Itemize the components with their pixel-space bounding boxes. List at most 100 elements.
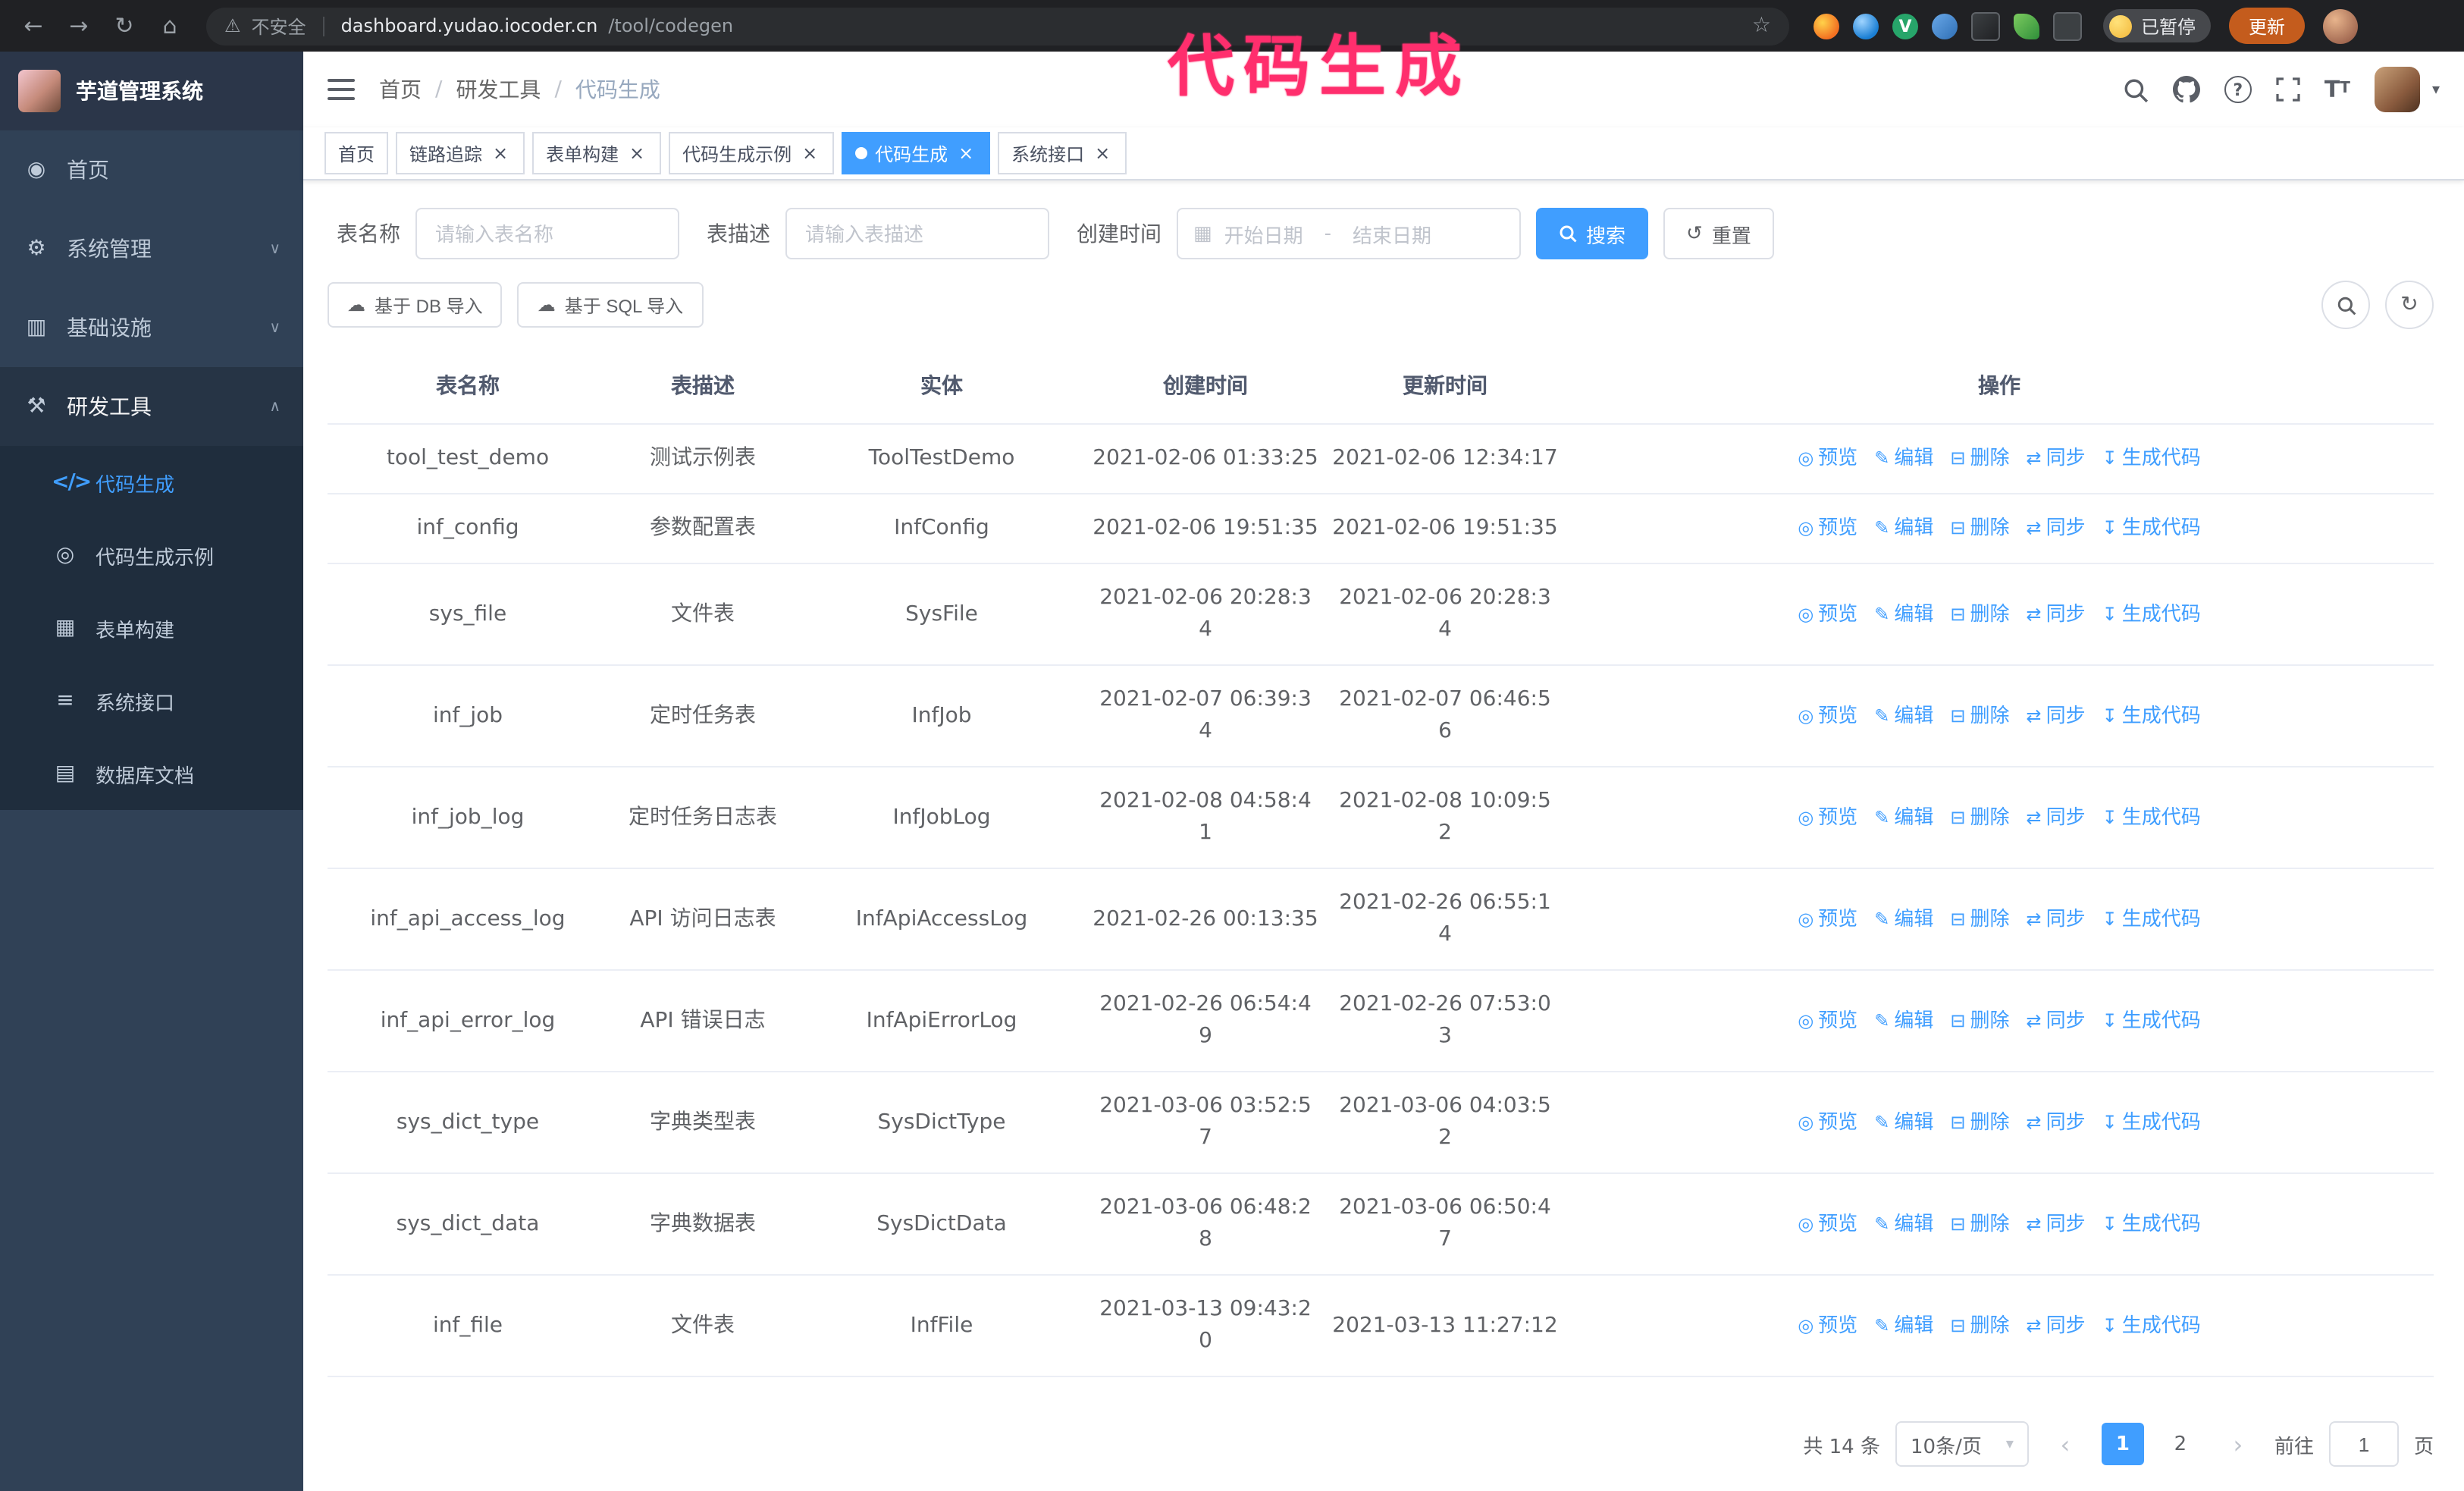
delete-link[interactable]: ⊟ 删除 [1950,1310,2009,1342]
sync-link[interactable]: ⇄ 同步 [2027,513,2086,545]
delete-link[interactable]: ⊟ 删除 [1950,1106,2009,1138]
sync-link[interactable]: ⇄ 同步 [2027,700,2086,732]
import-sql-button[interactable]: ☁ 基于 SQL 导入 [517,282,704,328]
fontsize-icon[interactable]: TT [2324,77,2350,101]
preview-link[interactable]: ◎ 预览 [1798,1106,1857,1138]
sync-link[interactable]: ⇄ 同步 [2027,903,2086,935]
close-icon[interactable]: × [799,143,820,164]
chrome-profile-avatar[interactable] [2323,8,2359,43]
delete-link[interactable]: ⊟ 删除 [1950,802,2009,833]
tab-system-api[interactable]: 系统接口 × [998,132,1127,174]
extension-icon-screen[interactable] [1971,11,2000,40]
delete-link[interactable]: ⊟ 删除 [1950,1005,2009,1037]
sidebar-subitem-form-builder[interactable]: ▦ 表单构建 [0,592,303,664]
generate-code-link[interactable]: ↧ 生成代码 [2102,802,2201,833]
edit-link[interactable]: ✎ 编辑 [1874,1005,1933,1037]
address-bar[interactable]: ⚠ 不安全 dashboard.yudao.iocoder.cn/tool/co… [206,7,1789,45]
generate-code-link[interactable]: ↧ 生成代码 [2102,1310,2201,1342]
extension-icon-v[interactable]: V [1892,13,1918,39]
sync-link[interactable]: ⇄ 同步 [2027,1106,2086,1138]
extension-icon-leaf[interactable] [2014,13,2039,39]
paused-badge[interactable]: 已暂停 [2103,9,2212,42]
fullscreen-icon[interactable] [2276,77,2300,102]
sidebar-subitem-codegen[interactable]: </> 代码生成 [0,446,303,519]
edit-link[interactable]: ✎ 编辑 [1874,598,1933,630]
sidebar-item-dev-tools[interactable]: ⚒ 研发工具 ∧ [0,367,303,446]
breadcrumb-home[interactable]: 首页 [379,74,422,105]
extensions-puzzle-icon[interactable] [2053,11,2082,40]
page-button-1[interactable]: 1 [2101,1423,2144,1465]
forward-icon[interactable]: → [61,8,97,44]
preview-link[interactable]: ◎ 预览 [1798,802,1857,833]
tab-form-builder[interactable]: 表单构建 × [532,132,662,174]
generate-code-link[interactable]: ↧ 生成代码 [2102,1106,2201,1138]
sync-link[interactable]: ⇄ 同步 [2027,1310,2086,1342]
generate-code-link[interactable]: ↧ 生成代码 [2102,1208,2201,1240]
close-icon[interactable]: × [1092,143,1113,164]
github-icon[interactable] [2172,76,2200,103]
extension-icon-orange[interactable] [1814,13,1839,39]
delete-link[interactable]: ⊟ 删除 [1950,443,2009,475]
generate-code-link[interactable]: ↧ 生成代码 [2102,1005,2201,1037]
generate-code-link[interactable]: ↧ 生成代码 [2102,513,2201,545]
generate-code-link[interactable]: ↧ 生成代码 [2102,598,2201,630]
date-range-picker[interactable]: ▦ 开始日期 - 结束日期 [1177,208,1521,259]
extension-icon-users[interactable] [1932,13,1958,39]
sidebar-subitem-db-docs[interactable]: ▤ 数据库文档 [0,737,303,810]
preview-link[interactable]: ◎ 预览 [1798,1208,1857,1240]
tab-codegen-demo[interactable]: 代码生成示例 × [669,132,835,174]
avatar-caret-down-icon[interactable]: ▾ [2432,81,2440,98]
user-avatar[interactable] [2374,67,2420,112]
search-icon[interactable] [2123,77,2149,102]
reset-button[interactable]: ↺ 重置 [1663,208,1774,259]
extension-icon-drop[interactable] [1853,13,1879,39]
refresh-button[interactable]: ↻ [2385,281,2434,329]
sync-link[interactable]: ⇄ 同步 [2027,1208,2086,1240]
edit-link[interactable]: ✎ 编辑 [1874,700,1933,732]
delete-link[interactable]: ⊟ 删除 [1950,903,2009,935]
sidebar-item-infrastructure[interactable]: ▥ 基础设施 ∨ [0,288,303,367]
edit-link[interactable]: ✎ 编辑 [1874,1310,1933,1342]
preview-link[interactable]: ◎ 预览 [1798,700,1857,732]
logo[interactable]: 芋道管理系统 [0,52,303,130]
edit-link[interactable]: ✎ 编辑 [1874,903,1933,935]
edit-link[interactable]: ✎ 编辑 [1874,443,1933,475]
generate-code-link[interactable]: ↧ 生成代码 [2102,443,2201,475]
edit-link[interactable]: ✎ 编辑 [1874,1106,1933,1138]
tab-codegen[interactable]: 代码生成 × [842,132,991,174]
edit-link[interactable]: ✎ 编辑 [1874,513,1933,545]
edit-link[interactable]: ✎ 编辑 [1874,1208,1933,1240]
preview-link[interactable]: ◎ 预览 [1798,903,1857,935]
close-icon[interactable]: × [955,143,977,164]
close-icon[interactable]: × [490,143,511,164]
search-button[interactable]: 搜索 [1536,208,1649,259]
delete-link[interactable]: ⊟ 删除 [1950,1208,2009,1240]
sidebar-item-system-mgmt[interactable]: ⚙ 系统管理 ∨ [0,209,303,288]
breadcrumb-dev-tools[interactable]: 研发工具 [456,74,541,105]
page-size-select[interactable]: 10条/页 ▾ [1895,1421,2029,1467]
sync-link[interactable]: ⇄ 同步 [2027,598,2086,630]
show-search-toggle-button[interactable] [2321,281,2370,329]
back-icon[interactable]: ← [15,8,52,44]
chrome-update-button[interactable]: 更新 [2229,8,2306,44]
hamburger-icon[interactable] [328,79,355,100]
sync-link[interactable]: ⇄ 同步 [2027,443,2086,475]
preview-link[interactable]: ◎ 预览 [1798,1310,1857,1342]
preview-link[interactable]: ◎ 预览 [1798,513,1857,545]
preview-link[interactable]: ◎ 预览 [1798,443,1857,475]
tab-home[interactable]: 首页 [324,132,389,174]
import-db-button[interactable]: ☁ 基于 DB 导入 [328,282,503,328]
delete-link[interactable]: ⊟ 删除 [1950,598,2009,630]
sidebar-subitem-codegen-demo[interactable]: ◎ 代码生成示例 [0,519,303,592]
sidebar-subitem-system-api[interactable]: ≡ 系统接口 [0,664,303,737]
sync-link[interactable]: ⇄ 同步 [2027,1005,2086,1037]
table-desc-input[interactable] [785,208,1049,259]
tab-tracing[interactable]: 链路追踪 × [396,132,525,174]
delete-link[interactable]: ⊟ 删除 [1950,700,2009,732]
preview-link[interactable]: ◎ 预览 [1798,1005,1857,1037]
bookmark-star-icon[interactable]: ☆ [1752,14,1771,38]
home-icon[interactable]: ⌂ [152,8,188,44]
table-name-input[interactable] [415,208,679,259]
help-icon[interactable]: ? [2224,76,2252,103]
preview-link[interactable]: ◎ 预览 [1798,598,1857,630]
